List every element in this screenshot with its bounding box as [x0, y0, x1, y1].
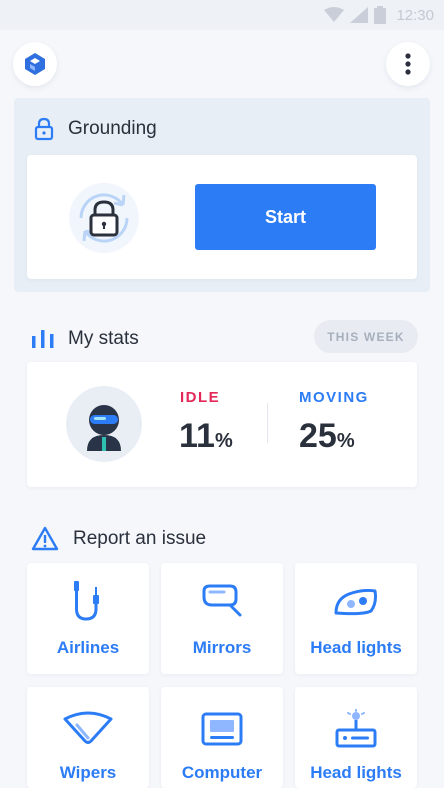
stats-title: My stats	[68, 328, 139, 349]
report-tile-wipers[interactable]: Wipers	[27, 687, 149, 788]
app-logo-button[interactable]	[13, 42, 57, 86]
more-menu-button[interactable]	[386, 42, 430, 86]
period-filter-pill[interactable]: THIS WEEK	[314, 320, 418, 353]
app-logo-icon	[25, 53, 45, 75]
report-tile-label: Wipers	[59, 763, 117, 782]
report-tile-label: Mirrors	[192, 638, 252, 657]
report-tile-label: Head lights	[310, 638, 402, 657]
wiper-icon	[63, 711, 113, 744]
moving-value: 25%	[299, 417, 355, 455]
report-title: Report an issue	[73, 527, 207, 549]
report-tile-head-lights-2[interactable]: Head lights	[295, 687, 417, 788]
signal-icon	[350, 7, 369, 23]
lock-icon	[34, 117, 54, 141]
idle-value: 11%	[179, 417, 233, 455]
mirror-icon	[202, 584, 242, 617]
grounding-title: Grounding	[68, 118, 157, 139]
warning-icon	[31, 526, 59, 551]
headlight-icon	[334, 589, 377, 616]
grounding-header: Grounding	[34, 117, 157, 141]
airline-hose-icon	[74, 581, 99, 621]
status-time: 12:30	[396, 6, 434, 24]
driver-avatar	[66, 386, 142, 462]
wifi-icon	[324, 7, 345, 22]
report-tile-label: Head lights	[310, 763, 402, 782]
lock-sync-icon	[69, 183, 139, 253]
report-tile-head-lights[interactable]: Head lights	[295, 563, 417, 674]
battery-icon	[374, 6, 387, 24]
report-tile-computer[interactable]: Computer	[161, 687, 283, 788]
report-tile-airlines[interactable]: Airlines	[27, 563, 149, 674]
report-tile-label: Airlines	[56, 638, 120, 657]
bar-chart-icon	[32, 330, 54, 348]
report-header: Report an issue	[31, 526, 206, 551]
stats-divider	[267, 403, 268, 443]
idle-label: IDLE	[180, 389, 221, 406]
more-vertical-icon	[405, 53, 411, 75]
moving-label: MOVING	[299, 389, 369, 406]
warning-light-icon	[335, 709, 377, 748]
report-tile-mirrors[interactable]: Mirrors	[161, 563, 283, 674]
report-tile-label: Computer	[181, 763, 263, 782]
status-bar: 12:30	[0, 0, 444, 30]
start-button[interactable]: Start	[195, 184, 376, 250]
computer-icon	[201, 712, 243, 746]
stats-header: My stats	[32, 328, 139, 350]
